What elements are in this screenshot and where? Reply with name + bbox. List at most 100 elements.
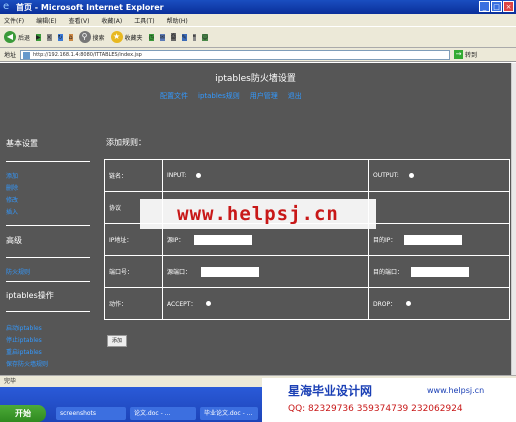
print-button[interactable]: ⎙ bbox=[170, 33, 176, 41]
page-content: iptables防火墙设置 配置文件 iptables规则 用户管理 退出 基本… bbox=[0, 63, 511, 375]
add-rule-table: 链名： INPUT: OUTPUT: 协议 IP地址： 源IP： 目的IP： 端… bbox=[104, 159, 510, 320]
address-url: http://192.168.1.4:8080/ITTABLES/index.j… bbox=[33, 51, 142, 58]
sidebar-divider bbox=[6, 225, 90, 226]
nav-logout[interactable]: 退出 bbox=[288, 91, 302, 101]
sidebar-link-modify[interactable]: 修改 bbox=[6, 195, 18, 204]
nav-config-file[interactable]: 配置文件 bbox=[160, 91, 188, 101]
search-button[interactable]: ⚲ 搜索 bbox=[78, 31, 105, 43]
table-row: 端口号： 源端口： 目的端口： bbox=[104, 255, 510, 288]
home-button[interactable]: ⌂ bbox=[68, 33, 73, 41]
sidebar-link-restart-iptables[interactable]: 重启iptables bbox=[6, 347, 42, 356]
src-port-input[interactable] bbox=[201, 266, 260, 277]
page-title: iptables防火墙设置 bbox=[215, 74, 296, 84]
menu-file[interactable]: 文件(F) bbox=[4, 16, 24, 25]
menu-help[interactable]: 帮助(H) bbox=[167, 16, 188, 25]
src-port-label: 源端口： bbox=[167, 269, 192, 276]
port-label: 端口号： bbox=[104, 255, 163, 288]
page-icon bbox=[23, 51, 31, 59]
nav-iptables-rules[interactable]: iptables规则 bbox=[198, 91, 240, 101]
edit-button[interactable]: ✎ bbox=[181, 33, 187, 41]
window-title: 首页 - Microsoft Internet Explorer bbox=[16, 3, 164, 12]
dst-port-input[interactable] bbox=[411, 266, 470, 277]
address-label: 地址 bbox=[4, 52, 17, 59]
table-row: 链名： INPUT: OUTPUT: bbox=[104, 159, 510, 192]
chain-label: 链名： bbox=[104, 159, 163, 192]
dst-ip-input[interactable] bbox=[404, 234, 463, 245]
discuss-button[interactable]: ❝ bbox=[192, 33, 196, 41]
address-input[interactable]: http://192.168.1.4:8080/ITTABLES/index.j… bbox=[20, 49, 451, 60]
sidebar-heading-ops: iptables操作 bbox=[6, 291, 54, 300]
sidebar-divider bbox=[6, 281, 90, 282]
status-text: 完毕 bbox=[4, 378, 17, 385]
add-button[interactable]: 添加 bbox=[107, 335, 127, 347]
menu-favorites[interactable]: 收藏(A) bbox=[101, 16, 122, 25]
menu-view[interactable]: 查看(V) bbox=[69, 16, 90, 25]
banner-url: www.helpsj.cn bbox=[427, 386, 485, 395]
sidebar-link-delete[interactable]: 删除 bbox=[6, 183, 18, 192]
mail-button[interactable]: ✉ bbox=[159, 33, 165, 41]
src-ip-label: 源IP： bbox=[167, 237, 185, 244]
maximize-button[interactable]: □ bbox=[491, 1, 502, 12]
refresh-button[interactable]: ↻ bbox=[57, 33, 63, 41]
accept-radio[interactable] bbox=[206, 301, 212, 306]
action-label: 动作： bbox=[104, 287, 163, 320]
accept-label: ACCEPT： bbox=[167, 301, 197, 308]
search-label: 搜索 bbox=[92, 34, 105, 42]
favorites-label: 收藏夹 bbox=[124, 34, 143, 42]
taskbar-item[interactable]: 毕业论文.doc - ... bbox=[200, 407, 258, 420]
sidebar-link-insert[interactable]: 插入 bbox=[6, 207, 18, 216]
menu-bar: 文件(F) 编辑(E) 查看(V) 收藏(A) 工具(T) 帮助(H) bbox=[0, 14, 516, 26]
ie-icon: e bbox=[3, 1, 10, 12]
go-button[interactable]: → 转到 bbox=[454, 50, 477, 59]
sidebar-heading-advanced: 高级 bbox=[6, 236, 22, 245]
sidebar-divider bbox=[6, 161, 90, 162]
form-title: 添加规则： bbox=[106, 138, 146, 147]
start-label: 开始 bbox=[15, 409, 31, 418]
start-button[interactable]: 开始 bbox=[0, 405, 46, 422]
nav-user-management[interactable]: 用户管理 bbox=[250, 91, 278, 101]
go-label: 转到 bbox=[465, 52, 478, 59]
close-button[interactable]: × bbox=[503, 1, 514, 12]
input-label: INPUT: bbox=[167, 172, 187, 179]
taskbar-item-label: 论文.doc - ... bbox=[134, 410, 171, 417]
vertical-scrollbar[interactable] bbox=[511, 63, 516, 375]
sidebar-heading-basic: 基本设置 bbox=[6, 139, 38, 148]
taskbar-item-label: 毕业论文.doc - ... bbox=[204, 410, 253, 417]
top-nav: 配置文件 iptables规则 用户管理 退出 bbox=[160, 91, 302, 101]
menu-tools[interactable]: 工具(T) bbox=[134, 16, 154, 25]
taskbar-item-label: screenshots bbox=[60, 410, 97, 417]
sidebar-divider bbox=[6, 311, 90, 312]
input-radio[interactable] bbox=[196, 173, 202, 178]
sidebar-divider bbox=[6, 257, 90, 258]
output-radio[interactable] bbox=[408, 173, 414, 178]
messenger-button[interactable]: ☺ bbox=[201, 33, 209, 41]
sidebar-link-stop-iptables[interactable]: 停止iptables bbox=[6, 335, 42, 344]
browser-toolbar: ◀ 后退 ▶ × ↻ ⌂ ⚲ 搜索 ★ 收藏夹 ◷ ✉ ⎙ ✎ ❝ ☺ bbox=[0, 26, 516, 48]
watermark-banner: 星海毕业设计网 www.helpsj.cn QQ: 82329736 35937… bbox=[262, 378, 516, 422]
star-icon: ★ bbox=[110, 31, 123, 43]
minimize-button[interactable]: _ bbox=[479, 1, 490, 12]
stop-button[interactable]: × bbox=[46, 33, 52, 41]
banner-qq: QQ: 82329736 359374739 232062924 bbox=[288, 404, 463, 414]
history-button[interactable]: ◷ bbox=[148, 33, 154, 41]
taskbar-item[interactable]: screenshots bbox=[56, 407, 126, 420]
dst-port-label: 目的端口： bbox=[373, 269, 404, 276]
drop-label: DROP： bbox=[373, 301, 397, 308]
favorites-button[interactable]: ★ 收藏夹 bbox=[110, 31, 143, 43]
watermark: www.helpsj.cn bbox=[140, 199, 376, 229]
sidebar-link-start-iptables[interactable]: 启动iptables bbox=[6, 323, 42, 332]
src-ip-input[interactable] bbox=[194, 234, 253, 245]
go-arrow-icon: → bbox=[454, 50, 464, 59]
address-bar: 地址 http://192.168.1.4:8080/ITTABLES/inde… bbox=[0, 48, 516, 62]
sidebar-link-save-rules[interactable]: 保存防火墙规则 bbox=[6, 359, 48, 368]
back-button[interactable]: ◀ 后退 bbox=[4, 31, 30, 43]
taskbar-item[interactable]: 论文.doc - ... bbox=[130, 407, 196, 420]
table-row: 动作： ACCEPT： DROP： bbox=[104, 287, 510, 320]
drop-radio[interactable] bbox=[406, 301, 412, 306]
back-arrow-icon: ◀ bbox=[4, 31, 16, 43]
sidebar-link-add[interactable]: 添加 bbox=[6, 171, 18, 180]
menu-edit[interactable]: 编辑(E) bbox=[36, 16, 56, 25]
forward-button[interactable]: ▶ bbox=[36, 33, 41, 41]
sidebar-link-firewall-rules[interactable]: 防火规则 bbox=[6, 267, 30, 276]
dst-ip-label: 目的IP： bbox=[373, 237, 397, 244]
